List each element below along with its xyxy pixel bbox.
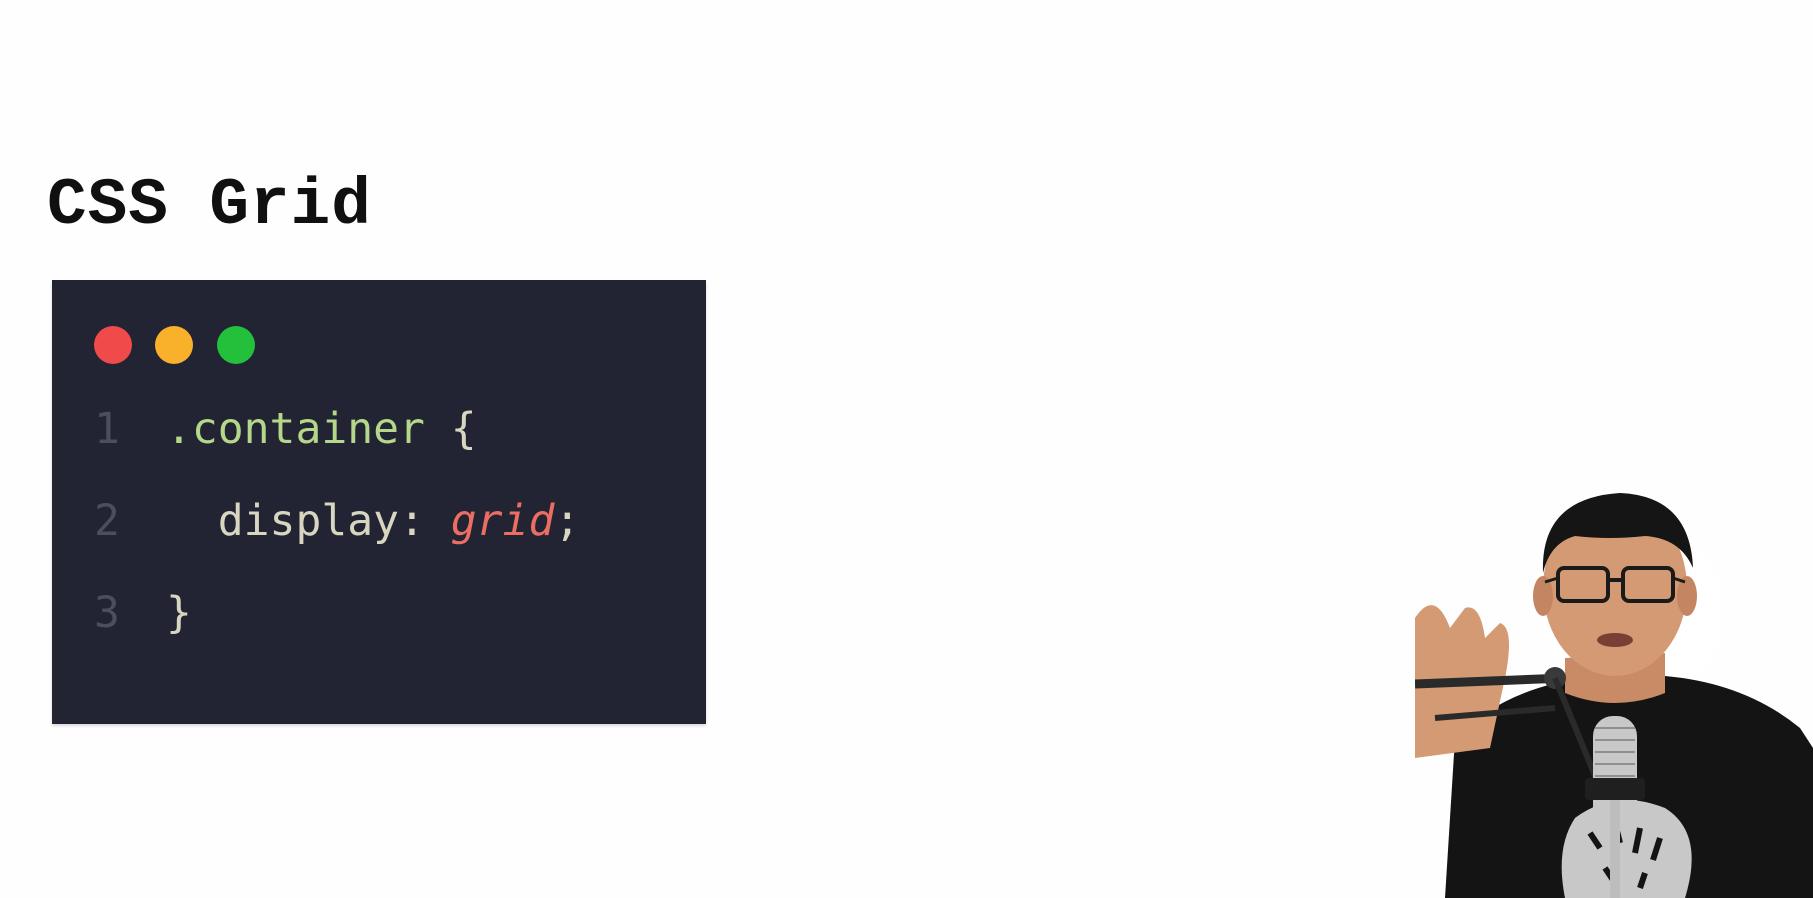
minimize-dot-icon <box>155 326 193 364</box>
css-selector: .container <box>166 404 425 454</box>
code-line-3: 3} <box>94 583 192 643</box>
code-editor-window: 1 .container { 2 display: grid; 3} <box>52 280 706 724</box>
close-brace: } <box>166 588 192 638</box>
css-value: grid <box>450 496 555 546</box>
open-brace: { <box>424 404 477 454</box>
css-property: display: <box>166 496 425 546</box>
code-line-1: 1 .container { <box>94 399 477 459</box>
line-number: 2 <box>94 496 120 546</box>
semicolon: ; <box>554 496 581 546</box>
close-dot-icon <box>94 326 132 364</box>
presenter-image <box>1415 488 1813 898</box>
line-number: 3 <box>94 588 120 638</box>
slide-title: CSS Grid <box>47 168 372 243</box>
maximize-dot-icon <box>217 326 255 364</box>
code-line-2: 2 display: grid; <box>94 491 580 551</box>
line-number: 1 <box>94 404 120 454</box>
video-frame: CSS Grid 1 .container { 2 display: grid; … <box>0 0 1813 898</box>
presenter-video <box>1415 488 1813 898</box>
